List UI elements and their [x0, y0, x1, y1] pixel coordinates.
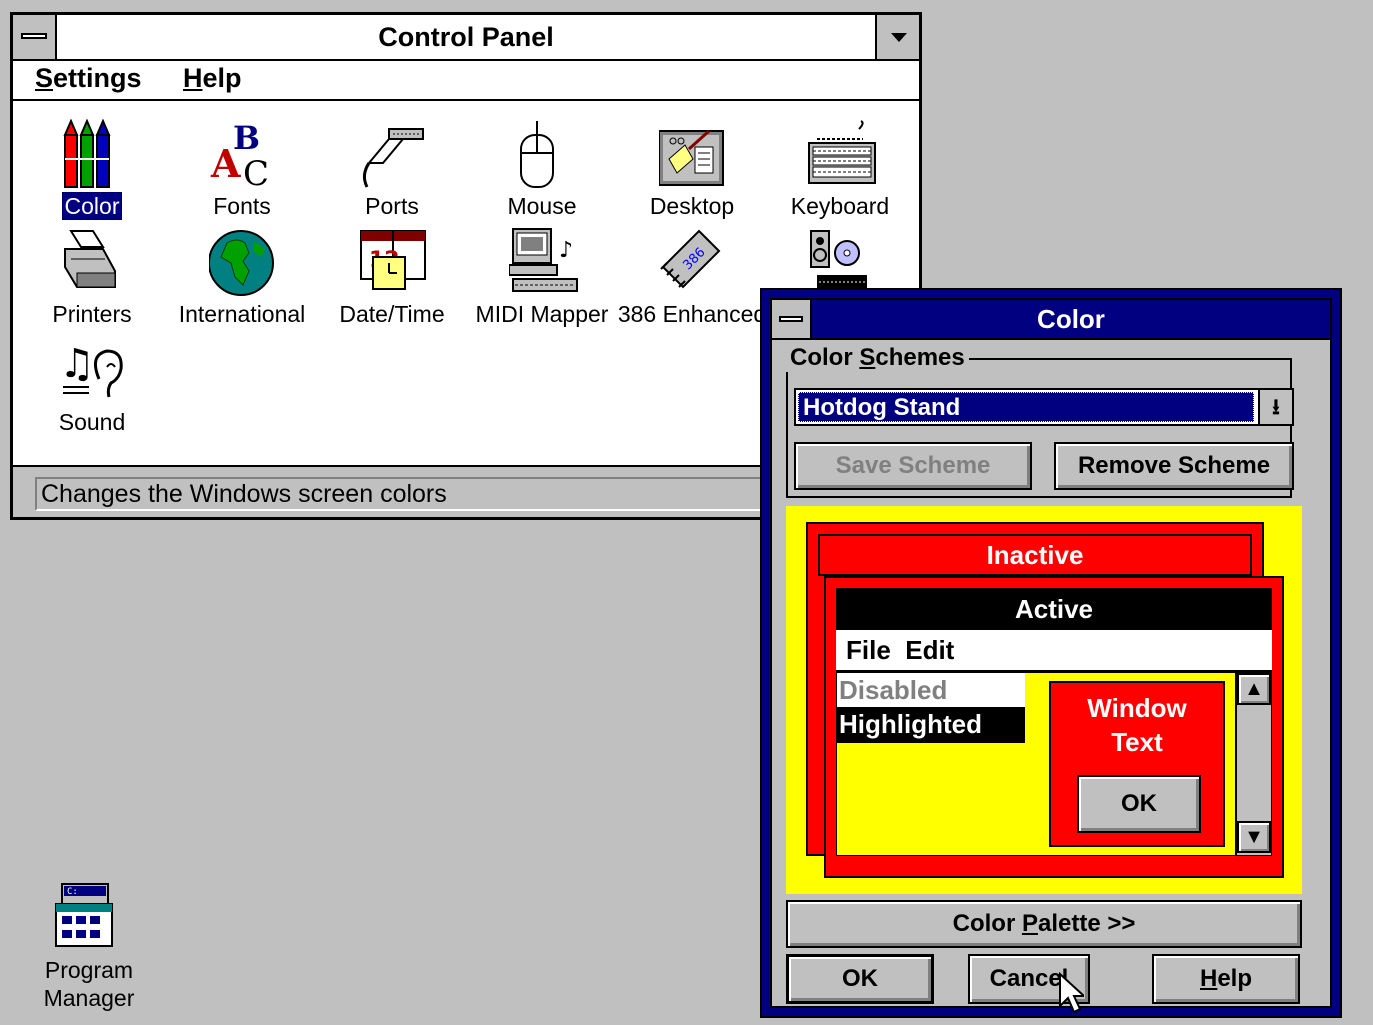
control-panel-menu-bar: Settings Help	[13, 61, 919, 101]
color-palette-button[interactable]: Color Palette >>	[786, 900, 1302, 948]
menu-help[interactable]: Help	[183, 63, 242, 94]
chip-386-icon: 386	[660, 229, 721, 289]
minimize-arrow-icon[interactable]	[875, 15, 919, 59]
color-preview[interactable]: Inactive Active File Edit Disabled Highl…	[786, 506, 1302, 894]
cp-item-label: Fonts	[213, 193, 271, 219]
keyboard-icon	[808, 120, 876, 184]
control-panel-title-bar[interactable]: Control Panel	[13, 15, 919, 61]
cp-item-sound[interactable]: ♫ Sound	[17, 327, 167, 437]
cp-item-color[interactable]: Color	[17, 111, 167, 221]
preview-client-area[interactable]: Disabled Highlighted Window Text OK ▲ ▼	[836, 672, 1272, 856]
ok-button[interactable]: OK	[786, 954, 934, 1004]
scroll-down-arrow-icon[interactable]: ▼	[1237, 821, 1271, 853]
program-manager-icon-item[interactable]: C: Program Manager	[34, 880, 144, 1020]
dialog-title: Color	[1037, 304, 1105, 334]
preview-highlighted-text[interactable]: Highlighted	[837, 707, 1025, 743]
program-manager-icon: C:	[55, 883, 113, 947]
preview-window-text-box[interactable]: Window Text OK	[1049, 681, 1225, 847]
mouse-icon	[520, 121, 554, 188]
cp-item-midi-mapper[interactable]: ♪ MIDI Mapper	[467, 219, 617, 329]
window-title: Control Panel	[378, 22, 554, 52]
program-manager-label-line1: Program	[44, 957, 134, 983]
remove-scheme-button[interactable]: Remove Scheme	[1054, 442, 1294, 490]
preview-menu-bar[interactable]: File Edit	[836, 630, 1272, 672]
midi-mapper-icon: ♪	[509, 228, 578, 292]
color-crayons-icon	[63, 119, 111, 188]
cp-item-label: MIDI Mapper	[475, 301, 609, 327]
cp-item-label: 386 Enhanced	[617, 301, 767, 327]
cp-item-keyboard[interactable]: Keyboard	[765, 111, 915, 221]
preview-active-title[interactable]: Active	[836, 588, 1272, 630]
printers-icon	[64, 230, 116, 288]
svg-text:C:: C:	[67, 887, 78, 897]
cp-item-ports[interactable]: Ports	[317, 111, 467, 221]
svg-text:C: C	[243, 154, 269, 193]
program-manager-label-line2: Manager	[43, 985, 135, 1011]
fonts-icon: B A C	[210, 119, 269, 193]
preview-ok-button[interactable]: OK	[1077, 775, 1201, 833]
cp-item-label: Mouse	[507, 193, 577, 219]
svg-text:♫: ♫	[59, 341, 95, 387]
cp-item-label: Printers	[52, 301, 132, 327]
cp-item-label: Ports	[365, 193, 419, 219]
desktop-icon	[659, 129, 724, 186]
cp-item-datetime[interactable]: 12 Date/Time	[317, 219, 467, 329]
cp-item-fonts[interactable]: B A C Fonts	[167, 111, 317, 221]
cp-item-label: Sound	[58, 409, 126, 435]
globe-icon	[209, 230, 274, 296]
sound-icon: ♫	[59, 341, 123, 398]
cp-item-label: Date/Time	[339, 301, 445, 327]
dropdown-arrow-icon[interactable]: ⭳	[1258, 390, 1292, 424]
color-dialog: Color Color Schemes Hotdog Stand ⭳ Save …	[760, 288, 1342, 1018]
system-menu-icon[interactable]	[13, 15, 57, 59]
svg-text:A: A	[210, 141, 241, 186]
calendar-clock-icon: 12	[360, 230, 426, 290]
cp-item-label: Keyboard	[790, 193, 890, 219]
preview-scrollbar[interactable]: ▲ ▼	[1235, 673, 1271, 855]
preview-window-text-line2: Text	[1111, 727, 1163, 757]
cp-item-desktop[interactable]: Desktop	[617, 111, 767, 221]
cp-item-386-enhanced[interactable]: 386 386 Enhanced	[617, 219, 767, 329]
cp-item-label: Color	[61, 192, 123, 220]
help-button[interactable]: Help	[1152, 954, 1300, 1004]
cp-item-printers[interactable]: Printers	[17, 219, 167, 329]
mouse-cursor-icon	[1059, 972, 1084, 1014]
preview-active-window[interactable]: Active File Edit Disabled Highlighted Wi…	[824, 576, 1284, 878]
color-schemes-label: Color Schemes	[786, 344, 969, 372]
color-dialog-title-bar[interactable]: Color	[772, 300, 1330, 340]
cp-item-label: International	[178, 301, 306, 327]
color-dialog-body: Color Color Schemes Hotdog Stand ⭳ Save …	[770, 298, 1332, 1008]
menu-settings[interactable]: Settings	[35, 63, 142, 94]
scroll-up-arrow-icon[interactable]: ▲	[1237, 673, 1271, 705]
save-scheme-button[interactable]: Save Scheme	[794, 442, 1032, 490]
preview-inactive-title[interactable]: Inactive	[818, 534, 1252, 576]
color-scheme-dropdown[interactable]: Hotdog Stand ⭳	[794, 388, 1294, 426]
cp-item-label: Desktop	[649, 193, 735, 219]
preview-disabled-text[interactable]: Disabled	[837, 673, 1025, 707]
system-menu-icon[interactable]	[772, 300, 812, 338]
svg-text:♪: ♪	[559, 238, 573, 263]
color-scheme-value: Hotdog Stand	[798, 392, 1254, 422]
ports-icon	[362, 128, 424, 188]
preview-window-text-line1: Window	[1087, 693, 1187, 723]
cp-item-mouse[interactable]: Mouse	[467, 111, 617, 221]
cp-item-international[interactable]: International	[167, 219, 317, 329]
